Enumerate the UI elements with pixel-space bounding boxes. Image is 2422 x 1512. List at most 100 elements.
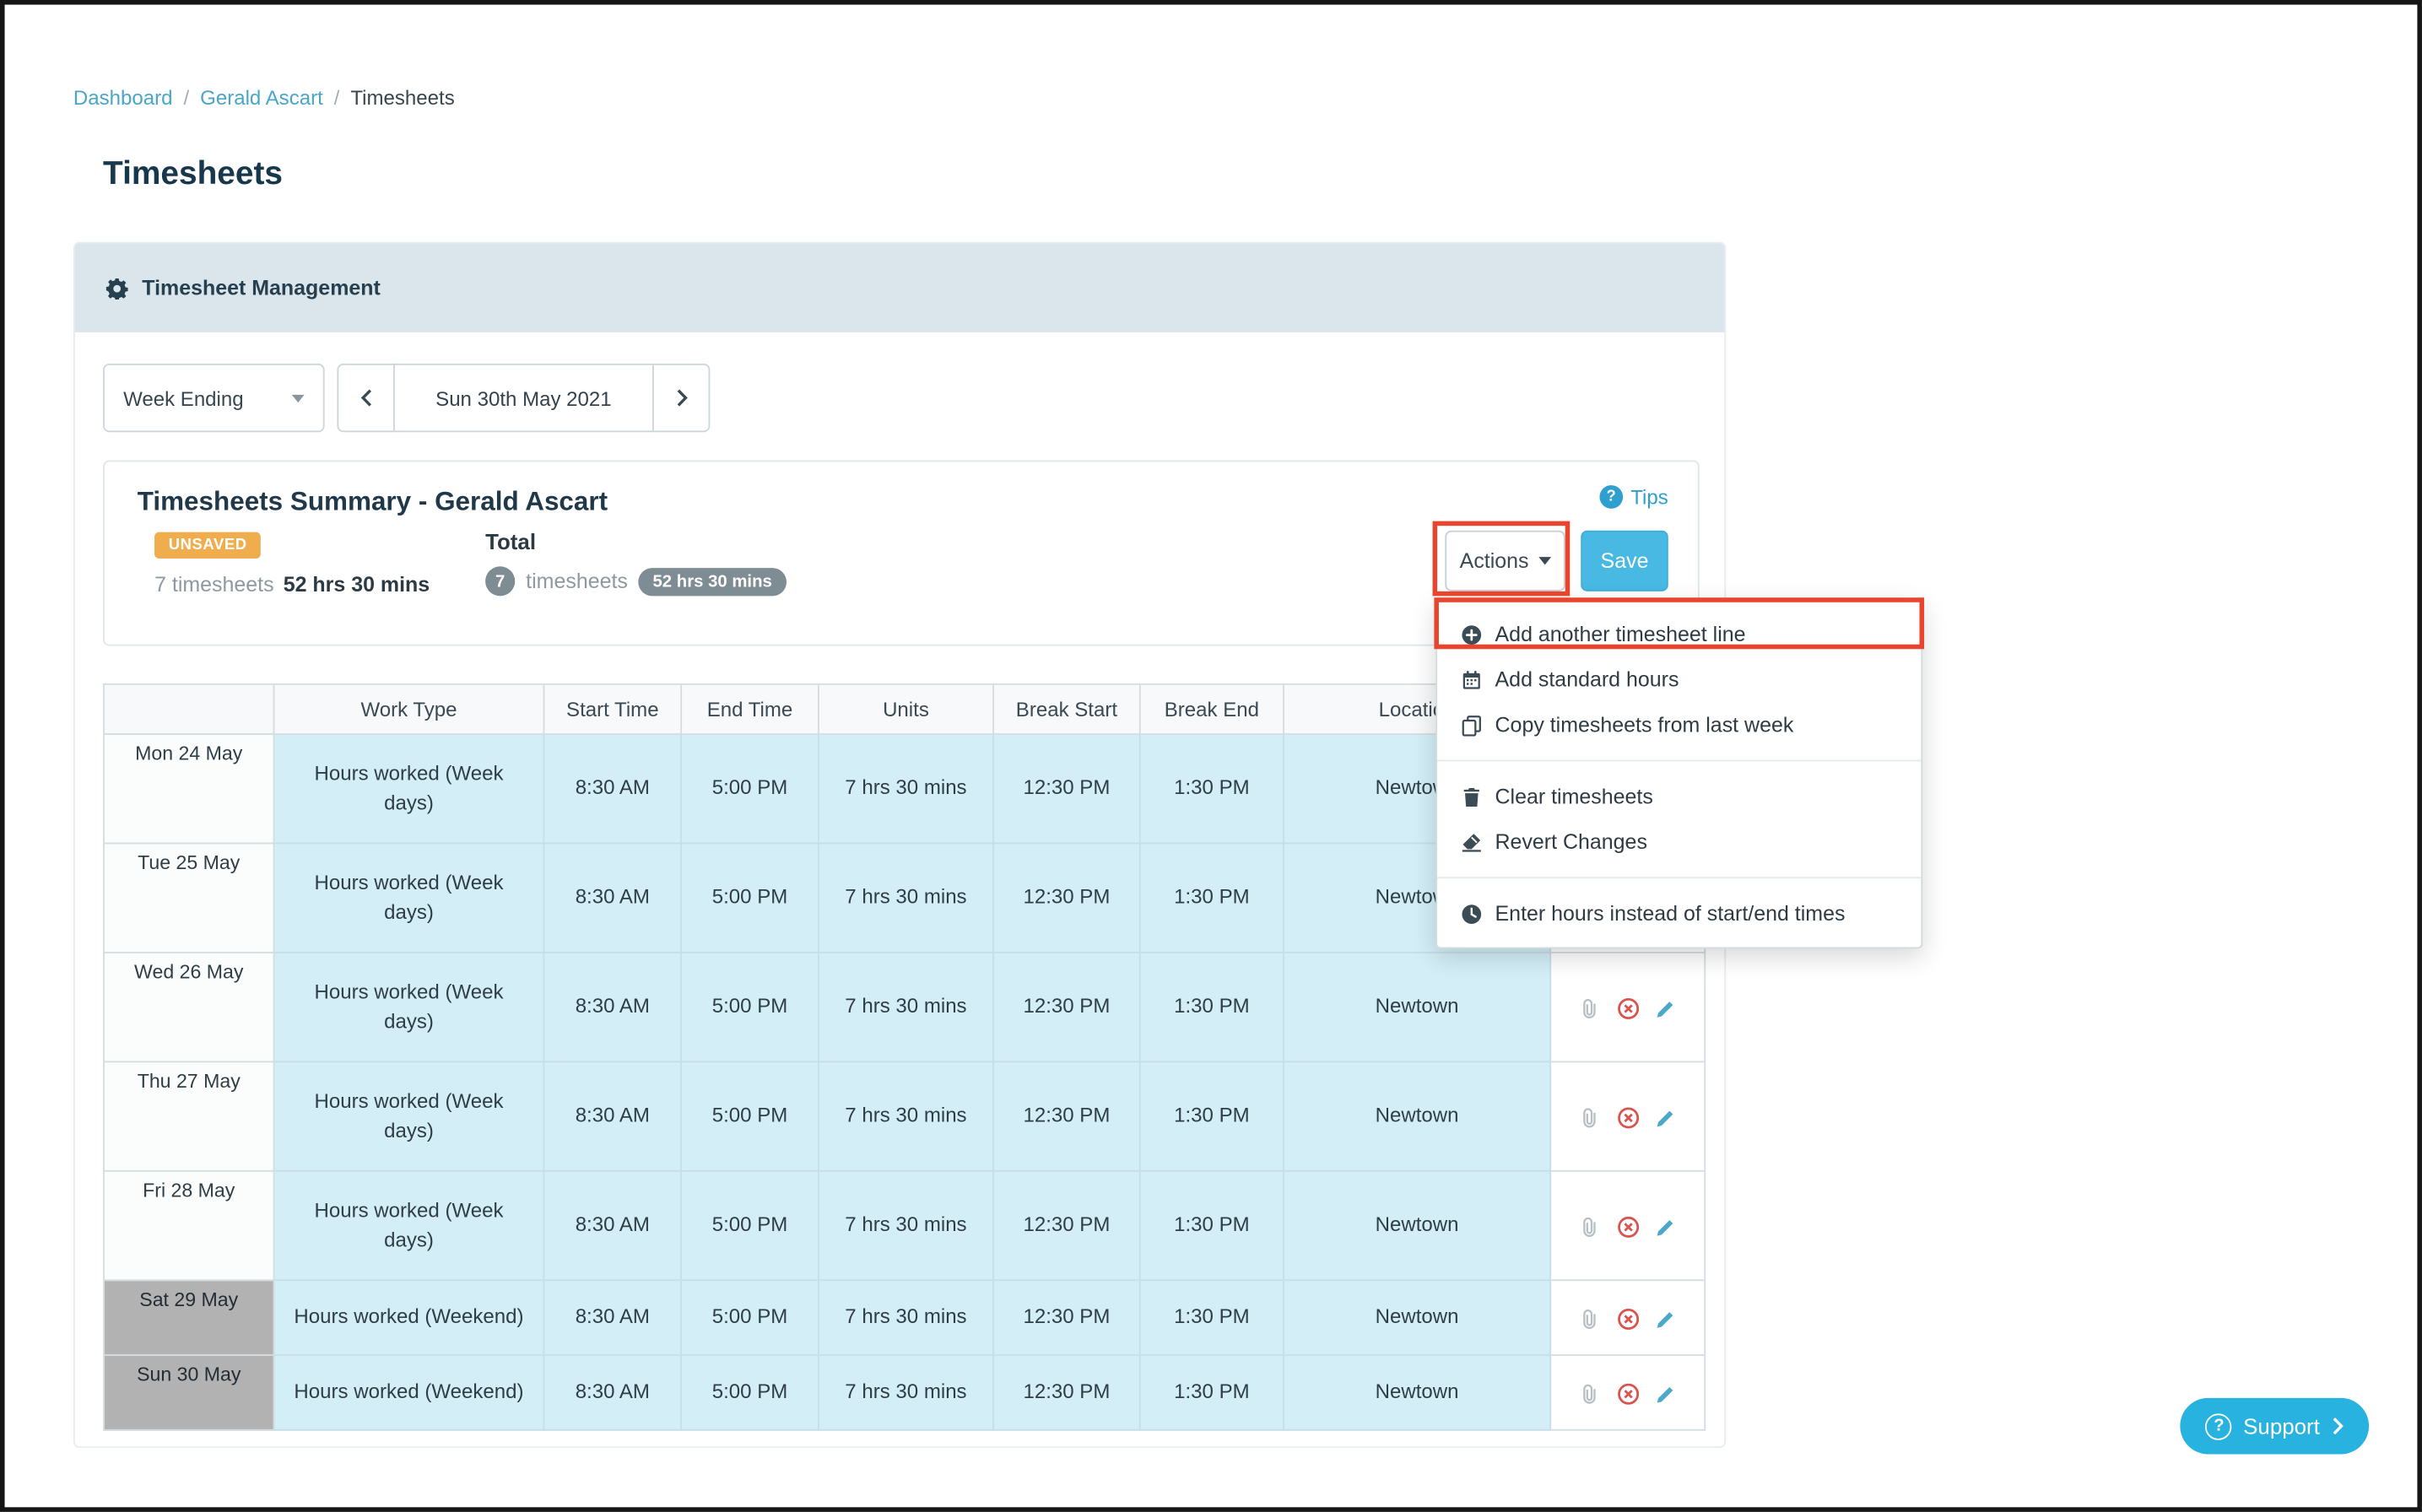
row-actions-cell — [1550, 1171, 1705, 1280]
end-time-cell[interactable]: 5:00 PM — [681, 953, 819, 1061]
break-end-cell[interactable]: 1:30 PM — [1140, 953, 1284, 1061]
units-cell[interactable]: 7 hrs 30 mins — [819, 1355, 993, 1430]
units-cell[interactable]: 7 hrs 30 mins — [819, 953, 993, 1061]
start-time-cell[interactable]: 8:30 AM — [543, 1061, 681, 1170]
start-time-cell[interactable]: 8:30 AM — [543, 953, 681, 1061]
work-type-cell[interactable]: Hours worked (Weekend) — [274, 1355, 544, 1430]
units-cell[interactable]: 7 hrs 30 mins — [819, 734, 993, 843]
work-type-cell[interactable]: Hours worked (Weekend) — [274, 1280, 544, 1355]
work-type-cell[interactable]: Hours worked (Week days) — [274, 1171, 544, 1280]
end-time-cell[interactable]: 5:00 PM — [681, 1280, 819, 1355]
menu-item-1[interactable]: Add standard hours — [1437, 657, 1921, 703]
location-cell[interactable]: Newtown — [1284, 1061, 1550, 1170]
app-window: Dashboard / Gerald Ascart / Timesheets T… — [0, 0, 2422, 1512]
edit-icon[interactable] — [1654, 1307, 1678, 1331]
end-time-cell[interactable]: 5:00 PM — [681, 843, 819, 952]
break-end-cell[interactable]: 1:30 PM — [1140, 1355, 1284, 1430]
units-cell[interactable]: 7 hrs 30 mins — [819, 1171, 993, 1280]
break-start-cell[interactable]: 12:30 PM — [993, 843, 1140, 952]
start-time-cell[interactable]: 8:30 AM — [543, 843, 681, 952]
location-cell[interactable]: Newtown — [1284, 1355, 1550, 1430]
menu-item-2[interactable]: Copy timesheets from last week — [1437, 702, 1921, 748]
previous-week-button[interactable] — [337, 364, 394, 432]
attachment-icon[interactable] — [1577, 1215, 1601, 1239]
end-time-cell[interactable]: 5:00 PM — [681, 1061, 819, 1170]
menu-item-4[interactable]: Clear timesheets — [1437, 774, 1921, 819]
units-cell[interactable]: 7 hrs 30 mins — [819, 843, 993, 952]
day-cell: Mon 24 May — [104, 734, 274, 843]
location-cell[interactable]: Newtown — [1284, 1171, 1550, 1280]
save-button[interactable]: Save — [1581, 531, 1668, 591]
week-navigator: Sun 30th May 2021 — [337, 364, 710, 432]
clock-icon — [1461, 903, 1483, 925]
menu-item-label: Copy timesheets from last week — [1495, 713, 1794, 737]
start-time-cell[interactable]: 8:30 AM — [543, 1355, 681, 1430]
end-time-cell[interactable]: 5:00 PM — [681, 734, 819, 843]
day-cell: Tue 25 May — [104, 843, 274, 952]
attachment-icon[interactable] — [1577, 1307, 1601, 1331]
edit-icon[interactable] — [1654, 996, 1678, 1020]
break-start-cell[interactable]: 12:30 PM — [993, 1355, 1140, 1430]
break-start-cell[interactable]: 12:30 PM — [993, 1061, 1140, 1170]
work-type-cell[interactable]: Hours worked (Week days) — [274, 953, 544, 1061]
end-time-cell[interactable]: 5:00 PM — [681, 1355, 819, 1430]
work-type-cell[interactable]: Hours worked (Week days) — [274, 1061, 544, 1170]
next-week-button[interactable] — [652, 364, 710, 432]
total-label: Total — [485, 529, 536, 554]
breadcrumb-employee[interactable]: Gerald Ascart — [200, 86, 323, 110]
week-ending-date-label: Sun 30th May 2021 — [435, 386, 611, 410]
week-ending-date[interactable]: Sun 30th May 2021 — [393, 364, 654, 432]
chevron-left-icon — [360, 388, 372, 407]
delete-icon[interactable] — [1616, 1215, 1640, 1239]
timesheet-count-line: 7 timesheets 52 hrs 30 mins — [154, 573, 430, 597]
break-end-cell[interactable]: 1:30 PM — [1140, 734, 1284, 843]
attachment-icon[interactable] — [1577, 996, 1601, 1020]
trash-icon — [1461, 786, 1483, 807]
break-start-cell[interactable]: 12:30 PM — [993, 734, 1140, 843]
units-cell[interactable]: 7 hrs 30 mins — [819, 1061, 993, 1170]
menu-item-5[interactable]: Revert Changes — [1437, 819, 1921, 865]
breadcrumb-dashboard[interactable]: Dashboard — [73, 86, 173, 110]
break-end-cell[interactable]: 1:30 PM — [1140, 1061, 1284, 1170]
break-start-cell[interactable]: 12:30 PM — [993, 1280, 1140, 1355]
total-unit: timesheets — [526, 570, 628, 593]
delete-icon[interactable] — [1616, 1105, 1640, 1129]
start-time-cell[interactable]: 8:30 AM — [543, 734, 681, 843]
location-cell[interactable]: Newtown — [1284, 953, 1550, 1061]
end-time-cell[interactable]: 5:00 PM — [681, 1171, 819, 1280]
start-time-cell[interactable]: 8:30 AM — [543, 1171, 681, 1280]
work-type-cell[interactable]: Hours worked (Week days) — [274, 734, 544, 843]
break-end-cell[interactable]: 1:30 PM — [1140, 1280, 1284, 1355]
attachment-icon[interactable] — [1577, 1382, 1601, 1406]
location-cell[interactable]: Newtown — [1284, 1280, 1550, 1355]
work-type-cell[interactable]: Hours worked (Week days) — [274, 843, 544, 952]
edit-icon[interactable] — [1654, 1215, 1678, 1239]
day-cell: Sat 29 May — [104, 1280, 274, 1355]
break-end-cell[interactable]: 1:30 PM — [1140, 1171, 1284, 1280]
edit-icon[interactable] — [1654, 1105, 1678, 1129]
break-start-cell[interactable]: 12:30 PM — [993, 953, 1140, 1061]
attachment-icon[interactable] — [1577, 1105, 1601, 1129]
period-select-value: Week Ending — [123, 386, 244, 410]
menu-item-label: Enter hours instead of start/end times — [1495, 902, 1846, 926]
break-end-cell[interactable]: 1:30 PM — [1140, 843, 1284, 952]
edit-icon[interactable] — [1654, 1382, 1678, 1406]
tips-link[interactable]: ? Tips — [1599, 485, 1668, 509]
row-actions-cell — [1550, 1280, 1705, 1355]
actions-button[interactable]: Actions — [1445, 531, 1565, 591]
delete-icon[interactable] — [1616, 996, 1640, 1020]
units-cell[interactable]: 7 hrs 30 mins — [819, 1280, 993, 1355]
chevron-down-icon — [1538, 557, 1551, 564]
col-end-time: End Time — [681, 684, 819, 734]
break-start-cell[interactable]: 12:30 PM — [993, 1171, 1140, 1280]
timesheet-hours: 52 hrs 30 mins — [284, 573, 430, 597]
start-time-cell[interactable]: 8:30 AM — [543, 1280, 681, 1355]
period-select[interactable]: Week Ending — [103, 364, 325, 432]
support-button[interactable]: ? Support — [2180, 1398, 2369, 1455]
menu-item-7[interactable]: Enter hours instead of start/end times — [1437, 891, 1921, 937]
delete-icon[interactable] — [1616, 1382, 1640, 1406]
delete-icon[interactable] — [1616, 1307, 1640, 1331]
total-line: 7 timesheets 52 hrs 30 mins — [485, 566, 786, 596]
total-count-badge: 7 — [485, 566, 515, 596]
menu-item-0[interactable]: Add another timesheet line — [1437, 612, 1921, 657]
